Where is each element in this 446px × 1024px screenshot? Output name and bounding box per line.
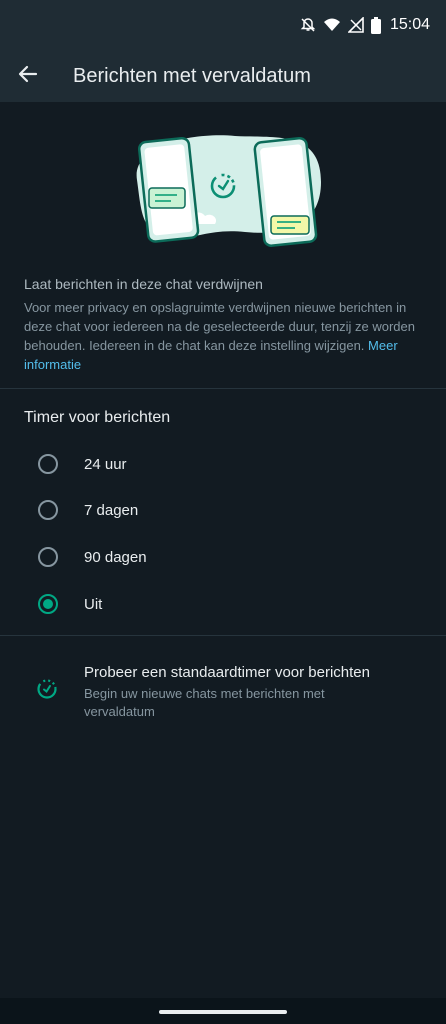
timer-section-title: Timer voor berichten [24,409,171,426]
navigation-bar [0,998,446,1024]
radio-label: 24 uur [84,455,127,473]
radio-dot [43,599,53,609]
app-bar: Berichten met vervaldatum [0,50,446,102]
timer-option-90d[interactable]: 90 dagen [24,534,422,580]
status-bar: 15:04 [0,0,446,50]
intro-title: Laat berichten in deze chat verdwijnen [24,276,263,292]
intro-body-text: Voor meer privacy en opslagruimte verdwi… [24,300,415,353]
default-timer-subtitle: Begin uw nieuwe chats met berichten met … [84,686,325,719]
default-timer-item[interactable]: Probeer een standaardtimer voor berichte… [24,654,424,734]
home-gesture-handle[interactable] [159,1010,287,1014]
intro-description: Voor meer privacy en opslagruimte verdwi… [24,298,424,374]
page-title: Berichten met vervaldatum [73,64,311,87]
timer-icon [36,678,58,705]
back-button[interactable] [0,50,56,102]
radio-label: Uit [84,595,103,613]
default-timer-title: Probeer een standaardtimer voor berichte… [84,664,370,681]
divider [0,388,446,389]
default-timer-text: Probeer een standaardtimer voor berichte… [84,654,384,734]
clock: 15:04 [389,16,430,33]
battery-icon [370,16,381,34]
default-timer-icon-wrap [24,654,84,734]
timer-option-7d[interactable]: 7 dagen [24,487,422,533]
radio-button[interactable] [38,547,58,567]
radio-label: 7 dagen [84,501,139,519]
radio-label: 90 dagen [84,548,147,566]
timer-option-off[interactable]: Uit [24,581,422,627]
disappearing-messages-illustration [125,124,321,248]
divider [0,635,446,636]
notifications-off-icon [300,17,316,33]
radio-button[interactable] [38,500,58,520]
timer-option-24h[interactable]: 24 uur [24,441,422,487]
wifi-icon [323,17,341,33]
signal-icon [347,17,364,33]
arrow-left-icon [18,64,38,89]
radio-button-selected[interactable] [38,594,58,614]
radio-button[interactable] [38,454,58,474]
